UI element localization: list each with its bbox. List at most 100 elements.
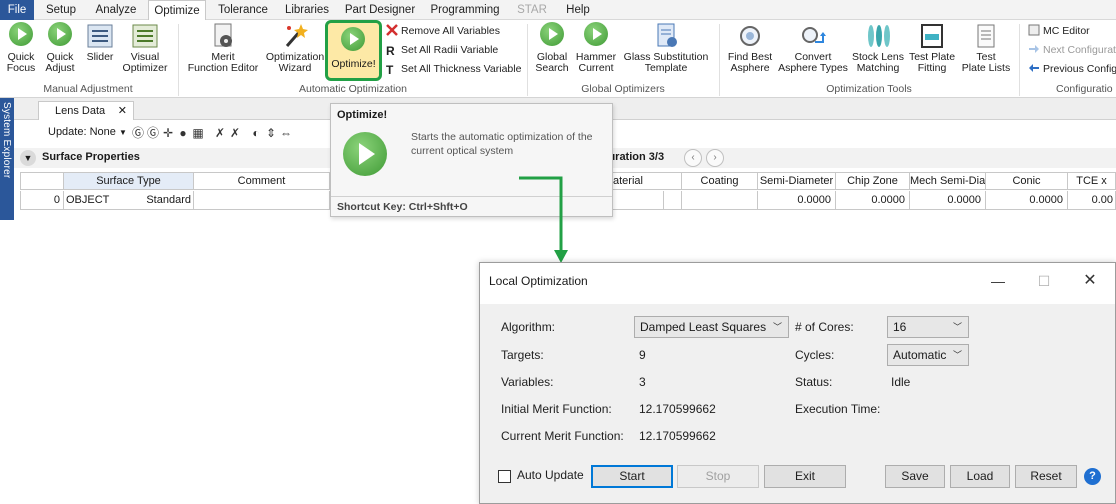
column-header-comment[interactable]: Comment <box>194 172 330 190</box>
merit-function-editor-button[interactable]: Merit Function Editor <box>184 22 262 74</box>
status-value: Idle <box>891 375 911 389</box>
test-plate-lists-button[interactable]: Test Plate Lists <box>960 22 1012 74</box>
t-icon: T <box>386 63 394 77</box>
menu-programming[interactable]: Programming <box>426 0 504 20</box>
reset-button[interactable]: Reset <box>1015 465 1077 488</box>
mc-editor-button[interactable]: MC Editor <box>1028 23 1090 39</box>
quick-adjust-button[interactable]: Quick Adjust <box>42 22 78 74</box>
arrow-left-icon <box>1028 62 1040 74</box>
slider-label: Slider <box>86 51 114 63</box>
solve-icon[interactable]: ✗ <box>214 127 226 139</box>
optimize-button[interactable]: Optimize! <box>325 20 382 81</box>
lens-icon[interactable]: ◐ <box>250 127 262 139</box>
column-header-chip-zone[interactable]: Chip Zone <box>836 172 910 190</box>
quick-focus-button[interactable]: Quick Focus <box>4 22 38 74</box>
slider-button[interactable]: Slider <box>82 22 118 63</box>
test-plate-fitting-button[interactable]: Test Plate Fitting <box>906 22 958 74</box>
glass-substitution-template-button[interactable]: Glass Substitution Template <box>620 22 712 74</box>
next-config-icon[interactable]: › <box>706 149 724 167</box>
semi-diameter-cell[interactable]: 0.0000 <box>758 191 836 210</box>
solve-remove-icon[interactable]: ✗ <box>229 127 241 139</box>
comment-cell[interactable] <box>194 191 330 210</box>
algorithm-select[interactable]: Damped Least Squares ﹀ <box>634 316 789 338</box>
global-search-button[interactable]: Global Search <box>532 22 572 74</box>
maximize-icon: ☐ <box>1037 273 1051 289</box>
column-header-mech-semi-dia[interactable]: Mech Semi-Dia <box>910 172 986 190</box>
refresh-icon[interactable]: Ⓖ <box>132 127 144 139</box>
visual-optimizer-button[interactable]: Visual Optimizer <box>120 22 170 74</box>
cycles-value: Automatic <box>893 348 947 362</box>
column-header-semi-diameter[interactable]: Semi-Diameter <box>758 172 836 190</box>
minimize-icon[interactable]: — <box>988 271 1008 291</box>
auto-update-checkbox[interactable] <box>498 470 511 483</box>
current-merit-function-value: 12.170599662 <box>639 429 716 443</box>
column-header-material[interactable]: aterial <box>613 172 682 190</box>
find-best-asphere-button[interactable]: Find Best Asphere <box>724 22 776 74</box>
column-header-tce[interactable]: TCE x <box>1068 172 1116 190</box>
hammer-current-button[interactable]: Hammer Current <box>574 22 618 74</box>
conic-cell[interactable]: 0.0000 <box>986 191 1068 210</box>
optimization-wizard-button[interactable]: Optimization Wizard <box>264 22 326 74</box>
find-asphere-icon <box>736 22 764 50</box>
coating-cell[interactable] <box>682 191 758 210</box>
help-icon[interactable]: ? <box>1084 468 1101 485</box>
material-solve-cell[interactable] <box>664 191 682 210</box>
surface-type-value: Standard <box>146 194 191 206</box>
exit-button[interactable]: Exit <box>764 465 846 488</box>
menu-file[interactable]: File <box>0 0 34 20</box>
grid-icon[interactable]: ▦ <box>192 127 204 139</box>
convert-asphere-types-button[interactable]: Convert Asphere Types <box>778 22 848 74</box>
merit-label-2: Function Editor <box>187 62 259 74</box>
row-index: 0 <box>20 191 64 210</box>
auto-update-label: Auto Update <box>517 468 584 482</box>
save-button[interactable]: Save <box>885 465 945 488</box>
menu-help[interactable]: Help <box>560 0 596 20</box>
menu-optimize[interactable]: Optimize <box>148 0 206 21</box>
cycles-select[interactable]: Automatic ﹀ <box>887 344 969 366</box>
play-icon <box>341 27 365 51</box>
mech-semi-dia-cell[interactable]: 0.0000 <box>910 191 986 210</box>
column-header-surface-type[interactable]: Surface Type <box>64 172 194 190</box>
globe-icon[interactable]: ● <box>177 127 189 139</box>
lens-data-tab-label: Lens Data <box>55 105 106 117</box>
group-label-configuration: Configuratio <box>1056 83 1113 95</box>
merit-function-icon <box>209 22 237 50</box>
start-button[interactable]: Start <box>591 465 673 488</box>
close-icon[interactable]: ✕ <box>118 102 127 120</box>
update-dropdown[interactable]: Update: None ▼ <box>48 126 127 138</box>
cores-value: 16 <box>893 320 907 334</box>
rotate-icon[interactable]: ⇕ <box>265 127 277 139</box>
arrow-right-icon <box>1028 43 1040 55</box>
tab-lens-data[interactable]: Lens Data ✕ <box>38 101 134 120</box>
set-all-radii-button[interactable]: R Set All Radii Variable <box>386 42 498 58</box>
remove-all-variables-button[interactable]: Remove All Variables <box>386 23 500 39</box>
convert-asphere-label-2: Asphere Types <box>778 62 848 74</box>
menu-star: STAR <box>517 4 547 16</box>
column-header-conic[interactable]: Conic <box>986 172 1068 190</box>
tce-cell[interactable]: 0.00 <box>1068 191 1116 210</box>
menu-libraries[interactable]: Libraries <box>280 0 334 20</box>
optimize-label: Optimize! <box>331 58 376 70</box>
column-header-coating[interactable]: Coating <box>682 172 758 190</box>
material-cell[interactable] <box>613 191 664 210</box>
load-button[interactable]: Load <box>950 465 1010 488</box>
flip-icon[interactable]: ⇔ <box>280 127 292 139</box>
chevron-down-icon[interactable]: ▼ <box>20 150 36 166</box>
crosshair-icon[interactable]: ✛ <box>162 127 174 139</box>
previous-config-icon[interactable]: ‹ <box>684 149 702 167</box>
surface-type-cell[interactable]: OBJECT Standard <box>64 191 194 210</box>
menu-tolerance[interactable]: Tolerance <box>212 0 274 20</box>
menu-analyze[interactable]: Analyze <box>88 0 144 20</box>
close-icon[interactable]: ✕ <box>1080 271 1100 291</box>
system-explorer-strip[interactable]: System Explorer <box>0 98 14 220</box>
menu-setup[interactable]: Setup <box>40 0 82 20</box>
menu-part-designer[interactable]: Part Designer <box>340 0 420 20</box>
refresh-all-icon[interactable]: Ⓖ <box>147 127 159 139</box>
chip-zone-cell[interactable]: 0.0000 <box>836 191 910 210</box>
set-all-thickness-button[interactable]: T Set All Thickness Variable <box>386 61 521 77</box>
stock-lens-matching-button[interactable]: Stock Lens Matching <box>850 22 906 74</box>
global-search-icon <box>538 22 566 50</box>
previous-configuration-button[interactable]: Previous Config <box>1028 61 1116 77</box>
cores-select[interactable]: 16 ﹀ <box>887 316 969 338</box>
x-icon <box>386 24 398 36</box>
